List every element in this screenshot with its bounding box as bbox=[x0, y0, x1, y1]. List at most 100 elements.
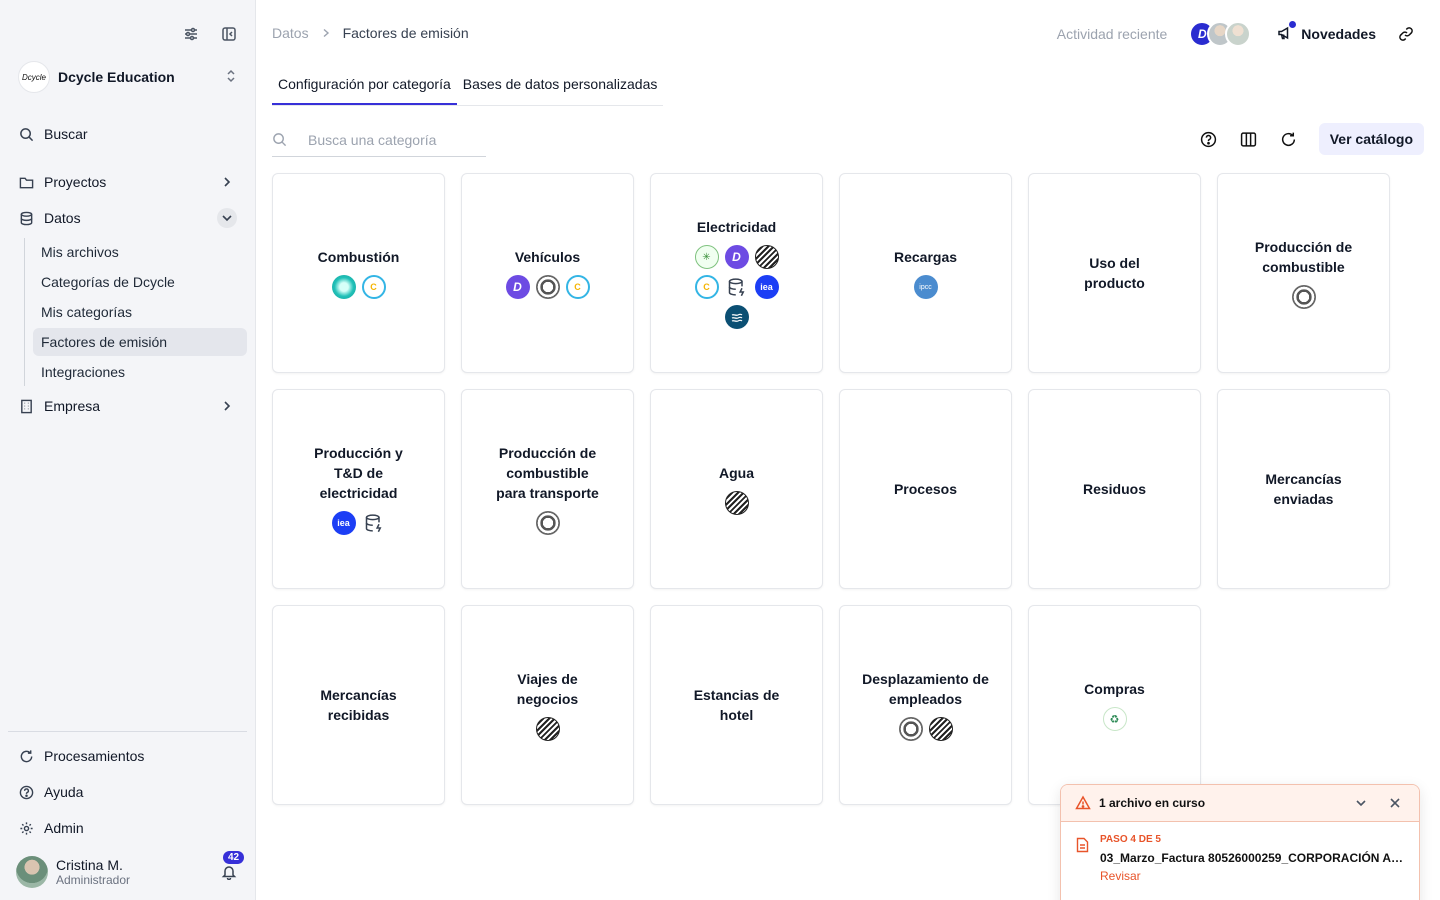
sidebar-item-admin[interactable]: Admin bbox=[8, 810, 247, 846]
sidebar-item-data[interactable]: Datos bbox=[8, 200, 247, 236]
search-input[interactable] bbox=[308, 131, 478, 148]
category-card-received-goods[interactable]: Mercancías recibidas bbox=[272, 605, 445, 805]
user-profile[interactable]: Cristina M. Administrador 42 bbox=[16, 851, 245, 890]
sidebar-item-search[interactable]: Buscar bbox=[8, 116, 247, 152]
sidebar-item-label: Ayuda bbox=[44, 784, 84, 800]
category-card-fuel-production[interactable]: Producción de combustible bbox=[1217, 173, 1390, 373]
chevron-down-icon[interactable] bbox=[1351, 793, 1371, 813]
close-icon[interactable] bbox=[1385, 793, 1405, 813]
category-card-vehicles[interactable]: Vehículos D C bbox=[461, 173, 634, 373]
chevron-down-icon bbox=[217, 208, 237, 228]
category-card-electricity[interactable]: Electricidad ✳ D C iea bbox=[650, 173, 823, 373]
teal-source-icon bbox=[331, 275, 356, 299]
sidebar-top-actions bbox=[181, 24, 239, 44]
org-logo: Dcycle bbox=[18, 61, 50, 93]
file-entry-details: PASO 4 DE 5 03_Marzo_Factura 80526000259… bbox=[1100, 834, 1404, 883]
card-title: Vehículos bbox=[514, 249, 581, 265]
header-actions: Actividad reciente D Novedades bbox=[1057, 20, 1416, 48]
warning-triangle-icon bbox=[1075, 795, 1091, 811]
main-navigation: Buscar bbox=[8, 116, 247, 152]
stripes-source-icon bbox=[754, 245, 779, 269]
category-card-processes[interactable]: Procesos bbox=[839, 389, 1012, 589]
collapse-sidebar-icon[interactable] bbox=[219, 24, 239, 44]
grid-toolbar: Ver catálogo bbox=[1199, 123, 1424, 155]
sidebar-subitem-my-categories[interactable]: Mis categorías bbox=[33, 298, 247, 326]
category-card-business-travel[interactable]: Viajes de negocios bbox=[461, 605, 634, 805]
settings-sliders-icon[interactable] bbox=[181, 24, 201, 44]
tab-custom-databases[interactable]: Bases de datos personalizadas bbox=[457, 69, 664, 105]
category-card-product-use[interactable]: Uso del producto bbox=[1028, 173, 1201, 373]
toast-title: 1 archivo en curso bbox=[1099, 796, 1206, 810]
avatar bbox=[16, 856, 48, 888]
sidebar-item-help[interactable]: Ayuda bbox=[8, 774, 247, 810]
link-icon[interactable] bbox=[1396, 24, 1416, 44]
category-card-purchases[interactable]: Compras ♻ bbox=[1028, 605, 1201, 805]
breadcrumb-root-link[interactable]: Datos bbox=[272, 25, 309, 41]
stripes-source-icon bbox=[724, 491, 749, 515]
toast-header: 1 archivo en curso bbox=[1061, 785, 1419, 822]
chevron-up-down-icon bbox=[225, 69, 237, 86]
category-card-employee-commuting[interactable]: Desplazamiento de empleados bbox=[839, 605, 1012, 805]
main-content: Datos Factores de emisión Actividad reci… bbox=[256, 0, 1440, 900]
sidebar-item-company[interactable]: Empresa bbox=[8, 388, 247, 424]
source-icons bbox=[535, 717, 560, 741]
sidebar-subitem-dcycle-categories[interactable]: Categorías de Dcycle bbox=[33, 268, 247, 296]
refresh-icon bbox=[18, 748, 34, 764]
sidebar-subitem-emission-factors[interactable]: Factores de emisión bbox=[33, 328, 247, 356]
refresh-icon[interactable] bbox=[1279, 129, 1299, 149]
category-card-combustion[interactable]: Combustión C bbox=[272, 173, 445, 373]
category-card-electricity-td[interactable]: Producción y T&D de electricidad iea bbox=[272, 389, 445, 589]
card-title: Uso del producto bbox=[1084, 255, 1145, 291]
category-card-hotel-stays[interactable]: Estancias de hotel bbox=[650, 605, 823, 805]
ocean-source-icon bbox=[724, 305, 749, 329]
iea-source-icon: iea bbox=[754, 275, 779, 299]
tab-category-configuration[interactable]: Configuración por categoría bbox=[272, 69, 457, 105]
collaborator-avatars[interactable]: D bbox=[1189, 21, 1252, 47]
sidebar-item-label: Proyectos bbox=[44, 174, 107, 190]
sidebar-subitem-my-files[interactable]: Mis archivos bbox=[33, 238, 247, 266]
category-card-transport-fuel-production[interactable]: Producción de combustible para transport… bbox=[461, 389, 634, 589]
file-progress-toast: 1 archivo en curso PASO 4 DE 5 03_Marzo_… bbox=[1060, 784, 1420, 900]
building-icon bbox=[18, 398, 34, 414]
sidebar-item-processing[interactable]: Procesamientos bbox=[8, 738, 247, 774]
card-title: Combustión bbox=[317, 249, 400, 265]
columns-icon[interactable] bbox=[1239, 129, 1259, 149]
source-icons: C bbox=[331, 275, 386, 299]
card-title: Mercancías enviadas bbox=[1265, 471, 1342, 507]
iea-source-icon: iea bbox=[331, 511, 356, 535]
sidebar-item-label: Datos bbox=[44, 210, 81, 226]
bottom-navigation: Procesamientos Ayuda Admin bbox=[8, 738, 247, 846]
card-title: Mercancías recibidas bbox=[320, 687, 397, 723]
source-icons bbox=[898, 717, 953, 741]
file-step-label: PASO 4 DE 5 bbox=[1100, 834, 1161, 845]
card-title: Estancias de hotel bbox=[693, 687, 780, 723]
ccf-source-icon: C bbox=[361, 275, 386, 299]
sidebar-subitem-integrations[interactable]: Integraciones bbox=[33, 358, 247, 386]
view-catalog-button[interactable]: Ver catálogo bbox=[1318, 123, 1424, 155]
category-card-recharges[interactable]: Recargas ipcc bbox=[839, 173, 1012, 373]
notifications-bell-icon[interactable]: 42 bbox=[219, 851, 245, 882]
category-card-shipped-goods[interactable]: Mercancías enviadas bbox=[1217, 389, 1390, 589]
source-icons bbox=[724, 491, 749, 515]
stripes-source-icon bbox=[928, 717, 953, 741]
help-circle-icon[interactable] bbox=[1199, 129, 1219, 149]
card-title: Compras bbox=[1084, 681, 1145, 697]
user-role: Administrador bbox=[56, 873, 131, 887]
news-indicator-dot bbox=[1289, 20, 1297, 28]
category-grid: Combustión C Vehículos D C Electricidad … bbox=[272, 173, 1390, 805]
review-link[interactable]: Revisar bbox=[1100, 869, 1404, 883]
avatar bbox=[1225, 21, 1252, 47]
database-source-icon bbox=[724, 275, 749, 299]
seal-source-icon bbox=[1291, 285, 1316, 309]
category-search bbox=[272, 123, 486, 157]
news-button[interactable]: Novedades bbox=[1277, 20, 1376, 44]
gear-icon bbox=[18, 820, 34, 836]
card-title: Recargas bbox=[893, 249, 958, 265]
sidebar-item-projects[interactable]: Proyectos bbox=[8, 164, 247, 200]
recent-activity-link[interactable]: Actividad reciente bbox=[1057, 26, 1168, 42]
organization-switcher[interactable]: Dcycle Dcycle Education bbox=[18, 60, 237, 94]
source-icons: ✳ D C iea bbox=[689, 245, 785, 329]
category-card-waste[interactable]: Residuos bbox=[1028, 389, 1201, 589]
category-card-water[interactable]: Agua bbox=[650, 389, 823, 589]
card-title: Producción y T&D de electricidad bbox=[314, 445, 403, 501]
